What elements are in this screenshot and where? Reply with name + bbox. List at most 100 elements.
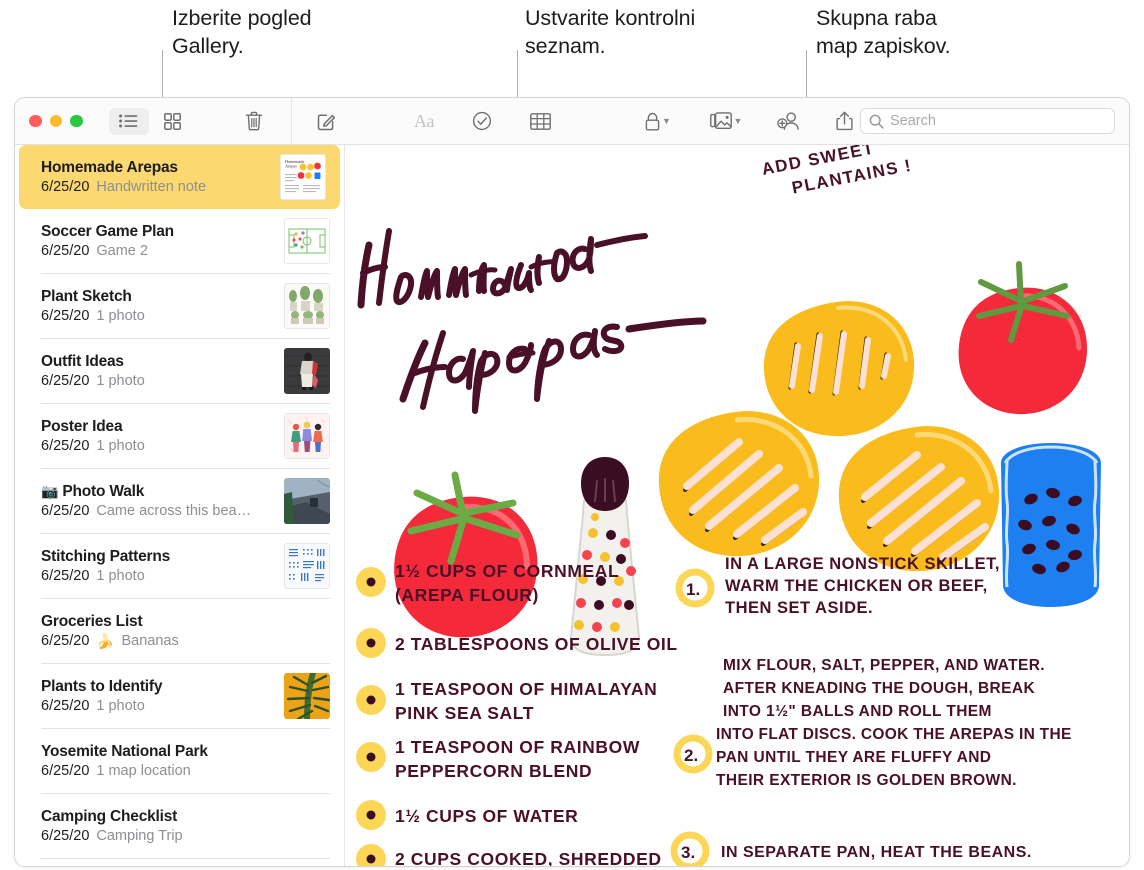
- illustration-spice-shaker: [569, 457, 641, 657]
- note-thumbnail: [284, 478, 330, 524]
- note-meta: 6/25/20 1 photo: [41, 373, 276, 389]
- note-meta: 6/25/20 🍌 Bananas: [41, 633, 330, 650]
- handwritten-note-canvas: ADD SWEET PLANTAINS ! 1½ CUPS OF CORNMEA…: [345, 145, 1129, 867]
- note-date: 6/25/20: [41, 308, 90, 324]
- note-thumbnail: [284, 543, 330, 589]
- camera-icon: 📷: [41, 483, 59, 499]
- chevron-down-icon: ▼: [733, 116, 743, 126]
- note-title: Soccer Game Plan: [41, 223, 174, 240]
- share-button[interactable]: [828, 107, 860, 135]
- note-list-item-camping-checklist[interactable]: Camping Checklist 6/25/20 Camping Trip: [15, 794, 344, 858]
- callout-share: Skupna raba map zapiskov.: [816, 4, 951, 61]
- note-subtitle: 1 photo: [96, 438, 145, 454]
- callout-checklist: Ustvarite kontrolni seznam.: [525, 4, 695, 61]
- note-subtitle: 1 photo: [96, 373, 145, 389]
- collaborate-button[interactable]: [772, 107, 804, 135]
- note-list-item-plants-to-identify[interactable]: Plants to Identify 6/25/20 1 photo: [15, 664, 344, 728]
- gallery-view-button[interactable]: [153, 108, 193, 135]
- banana-icon: 🍌: [96, 633, 115, 650]
- note-subtitle: Camping Trip: [96, 828, 183, 844]
- note-thumbnail: [284, 673, 330, 719]
- photowalk-thumbnail-icon: [284, 478, 330, 524]
- callout-share-line1: Skupna raba: [816, 6, 937, 30]
- note-date: 6/25/20: [41, 763, 90, 779]
- svg-text:PINK SEA SALT: PINK SEA SALT: [395, 703, 534, 723]
- compose-note-icon: [317, 114, 335, 130]
- screenshot-root: Izberite pogled Gallery. Ustvarite kontr…: [0, 0, 1144, 870]
- note-date: 6/25/20: [41, 243, 90, 259]
- outfit-thumbnail-icon: [284, 348, 330, 394]
- window-body: Homemade Arepas 6/25/20 Handwritten note…: [15, 145, 1129, 867]
- note-title: Plant Sketch: [41, 288, 132, 305]
- notes-list[interactable]: Homemade Arepas 6/25/20 Handwritten note…: [15, 145, 345, 866]
- svg-text:PAN UNTIL THEY ARE FLUFFY AND: PAN UNTIL THEY ARE FLUFFY AND: [716, 749, 991, 766]
- notes-window: Aa ▼ ▼ Search Homemade Arepas 6/25/20 Ha…: [14, 97, 1130, 867]
- note-date: 6/25/20: [41, 568, 90, 584]
- compose-note-button[interactable]: [310, 107, 342, 135]
- delete-note-button[interactable]: [239, 107, 269, 135]
- svg-text:WARM THE CHICKEN OR BEEF,: WARM THE CHICKEN OR BEEF,: [725, 577, 988, 595]
- note-title: Poster Idea: [41, 418, 123, 435]
- lock-icon: [645, 112, 660, 131]
- note-thumbnail: [284, 283, 330, 329]
- search-field[interactable]: Search: [860, 108, 1115, 134]
- toolbar-sidebar-section: [15, 98, 292, 144]
- note-list-item-groceries-list[interactable]: Groceries List 6/25/20 🍌 Bananas: [15, 599, 344, 663]
- close-window-button[interactable]: [29, 114, 42, 128]
- insert-media-button[interactable]: ▼: [704, 107, 748, 135]
- note-meta: 6/25/20 Came across this bea…: [41, 503, 276, 519]
- note-list-item-poster-idea[interactable]: Poster Idea 6/25/20 1 photo: [15, 404, 344, 468]
- note-list-item-outfit-ideas[interactable]: Outfit Ideas 6/25/20 1 photo: [15, 339, 344, 403]
- callout-share-line2: map zapiskov.: [816, 34, 951, 59]
- note-list-item-yosemite-national-park[interactable]: Yosemite National Park 6/25/20 1 map loc…: [15, 729, 344, 793]
- note-title: Yosemite National Park: [41, 743, 208, 760]
- note-list-item-plant-sketch[interactable]: Plant Sketch 6/25/20 1 photo: [15, 274, 344, 338]
- callout-gallery-line1: Izberite pogled: [172, 6, 312, 30]
- palm-thumbnail-icon: [284, 673, 330, 719]
- note-meta: 6/25/20 1 photo: [41, 698, 276, 714]
- svg-text:1½ CUPS OF WATER: 1½ CUPS OF WATER: [395, 806, 578, 826]
- illustration-bean-can: [1001, 443, 1101, 607]
- traffic-lights: [29, 114, 83, 128]
- note-title: Plants to Identify: [41, 678, 163, 695]
- search-input[interactable]: Search: [890, 113, 936, 129]
- lock-note-button[interactable]: ▼: [636, 107, 680, 135]
- svg-text:3.: 3.: [681, 843, 695, 862]
- table-button[interactable]: [524, 107, 556, 135]
- note-meta: 6/25/20 1 map location: [41, 763, 330, 779]
- note-list-item-homemade-arepas[interactable]: Homemade Arepas 6/25/20 Handwritten note…: [19, 145, 340, 209]
- svg-text:1 TEASPOON OF HIMALAYAN: 1 TEASPOON OF HIMALAYAN: [395, 679, 657, 699]
- minimize-window-button[interactable]: [49, 114, 62, 128]
- svg-text:AFTER KNEADING THE DOUGH, BREA: AFTER KNEADING THE DOUGH, BREAK: [723, 680, 1035, 697]
- svg-text:IN SEPARATE PAN, HEAT THE BEAN: IN SEPARATE PAN, HEAT THE BEANS.: [721, 844, 1032, 861]
- svg-text:PEPPERCORN BLEND: PEPPERCORN BLEND: [395, 761, 592, 781]
- note-thumbnail: [284, 348, 330, 394]
- note-meta: 6/25/20 1 photo: [41, 308, 276, 324]
- note-date: 6/25/20: [41, 179, 90, 195]
- zoom-window-button[interactable]: [70, 114, 83, 128]
- note-thumbnail: [284, 218, 330, 264]
- illustration-arepa-1: [763, 301, 915, 437]
- svg-text:THEN SET ASIDE.: THEN SET ASIDE.: [725, 599, 873, 617]
- note-detail-pane[interactable]: ADD SWEET PLANTAINS ! 1½ CUPS OF CORNMEA…: [345, 145, 1129, 867]
- note-meta: 6/25/20 Handwritten note: [41, 179, 272, 195]
- note-subtitle: 1 photo: [96, 698, 145, 714]
- note-thumbnail: Homemade Arepas: [280, 154, 326, 200]
- list-view-button[interactable]: [108, 107, 149, 135]
- svg-text:2 CUPS COOKED, SHREDDED: 2 CUPS COOKED, SHREDDED: [395, 849, 662, 867]
- note-title: Camping Checklist: [41, 808, 178, 825]
- note-subtitle: Handwritten note: [96, 179, 207, 195]
- trash-icon: [245, 111, 263, 131]
- checklist-icon: [472, 111, 492, 131]
- note-subtitle: Game 2: [96, 243, 148, 259]
- note-list-item-soccer-game-plan[interactable]: Soccer Game Plan 6/25/20 Game 2: [15, 209, 344, 273]
- note-list-item-stitching-patterns[interactable]: Stitching Patterns 6/25/20 1 photo: [15, 534, 344, 598]
- format-label: Aa: [414, 110, 435, 131]
- note-title-text: Photo Walk: [62, 483, 145, 500]
- format-button[interactable]: Aa: [408, 107, 440, 135]
- note-list-item-photo-walk[interactable]: 📷 Photo Walk 6/25/20 Came across this be…: [15, 469, 344, 533]
- note-date: 6/25/20: [41, 828, 90, 844]
- checklist-button[interactable]: [466, 107, 498, 135]
- table-icon: [529, 112, 551, 130]
- view-toggle-group: [108, 107, 193, 135]
